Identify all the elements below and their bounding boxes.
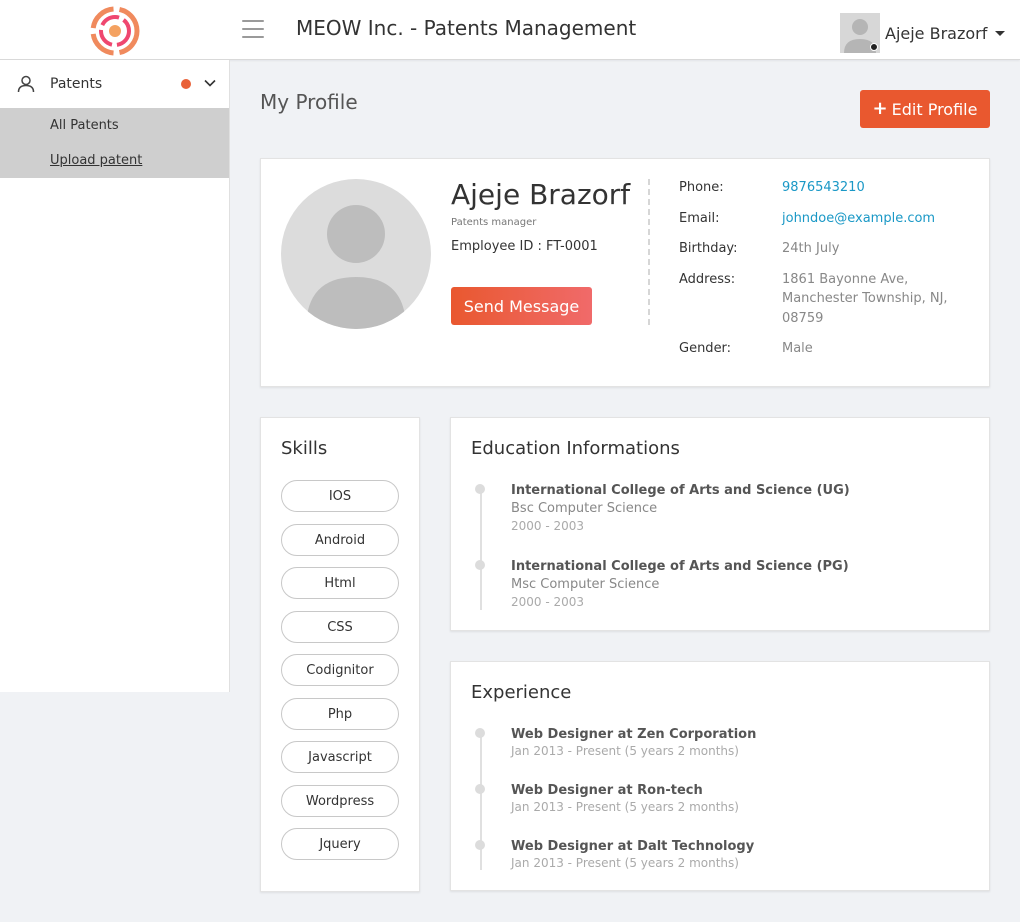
info-row-phone: Phone: 9876543210	[679, 178, 979, 198]
experience-timeline: Web Designer at Zen Corporation Jan 2013…	[471, 726, 971, 876]
list-item: Web Designer at Zen Corporation Jan 2013…	[475, 726, 757, 760]
sidebar-item-label: Patents	[50, 76, 103, 92]
skill-tag: Codignitor	[281, 654, 399, 686]
email-link[interactable]: johndoe@example.com	[782, 209, 972, 229]
info-value: 1861 Bayonne Ave, Manchester Township, N…	[782, 271, 948, 326]
skills-card: Skills IOS Android Html CSS Codignitor P…	[260, 417, 420, 892]
skill-tag: CSS	[281, 611, 399, 643]
personal-info-list: Phone: 9876543210 Email: johndoe@example…	[679, 179, 979, 370]
job-title: Web Designer at Ron-tech	[511, 783, 703, 798]
profile-role: Patents manager	[451, 217, 537, 228]
profile-avatar	[281, 179, 431, 329]
hamburger-bar	[242, 20, 264, 22]
user-silhouette-icon	[306, 205, 406, 329]
card-title: Experience	[471, 682, 572, 703]
sidebar-item-patents[interactable]: Patents	[0, 60, 229, 108]
skill-tag: Php	[281, 698, 399, 730]
sidebar-item-upload-patent[interactable]: Upload patent	[0, 152, 229, 169]
edit-profile-label: Edit Profile	[891, 99, 978, 119]
skill-tag: IOS	[281, 480, 399, 512]
chevron-down-icon[interactable]	[203, 76, 217, 90]
job-title: Web Designer at Zen Corporation	[511, 727, 757, 742]
skill-tag: Html	[281, 567, 399, 599]
page-title: My Profile	[260, 90, 358, 114]
degree: Bsc Computer Science	[511, 501, 658, 516]
info-value: Male	[782, 341, 813, 356]
notification-dot	[181, 79, 191, 89]
plus-icon: +	[872, 98, 888, 119]
skill-tag: Android	[281, 524, 399, 556]
caret-down-icon[interactable]	[995, 30, 1006, 36]
skill-tag: Wordpress	[281, 785, 399, 817]
sidebar-item-all-patents[interactable]: All Patents	[0, 117, 229, 134]
years: 2000 - 2003	[511, 519, 585, 533]
education-card: Education Informations International Col…	[450, 417, 990, 631]
top-header: MEOW Inc. - Patents Management Ajeje Bra…	[0, 0, 1020, 60]
profile-card: Ajeje Brazorf Patents manager Employee I…	[260, 158, 990, 387]
info-row-birthday: Birthday: 24th July	[679, 239, 979, 259]
degree: Msc Computer Science	[511, 577, 660, 592]
sidebar: Patents All Patents Upload patent	[0, 60, 230, 692]
list-item: International College of Arts and Scienc…	[475, 558, 849, 611]
phone-link[interactable]: 9876543210	[782, 178, 972, 198]
info-row-email: Email: johndoe@example.com	[679, 209, 979, 229]
card-title: Skills	[281, 438, 328, 459]
years: 2000 - 2003	[511, 595, 585, 609]
timeline-dot	[475, 728, 485, 738]
info-key: Email:	[679, 210, 720, 226]
divider	[648, 179, 650, 325]
user-name: Ajeje Brazorf	[885, 23, 988, 43]
list-item: Web Designer at Dalt Technology Jan 2013…	[475, 838, 755, 872]
profile-name: Ajeje Brazorf	[451, 178, 631, 211]
info-row-address: Address: 1861 Bayonne Ave, Manchester To…	[679, 270, 979, 329]
send-message-button[interactable]: Send Message	[451, 287, 592, 325]
timeline-line	[480, 486, 482, 610]
job-period: Jan 2013 - Present (5 years 2 months)	[511, 800, 739, 814]
job-title: Web Designer at Dalt Technology	[511, 839, 755, 854]
school-name: International College of Arts and Scienc…	[511, 559, 849, 574]
info-key: Birthday:	[679, 241, 738, 256]
info-key: Gender:	[679, 341, 732, 356]
experience-card: Experience Web Designer at Zen Corporati…	[450, 661, 990, 891]
logo-icon[interactable]	[89, 5, 141, 57]
skill-tag: Javascript	[281, 741, 399, 773]
employee-id: Employee ID : FT-0001	[451, 239, 598, 254]
timeline-dot	[475, 560, 485, 570]
menu-toggle-button[interactable]	[242, 20, 264, 38]
patents-submenu: All Patents Upload patent	[0, 108, 229, 178]
avatar[interactable]	[840, 13, 880, 53]
user-icon	[17, 75, 35, 93]
job-period: Jan 2013 - Present (5 years 2 months)	[511, 856, 739, 870]
school-name: International College of Arts and Scienc…	[511, 483, 850, 498]
timeline-dot	[475, 840, 485, 850]
edit-profile-button[interactable]: + Edit Profile	[860, 90, 990, 128]
user-menu-dropdown[interactable]: Ajeje Brazorf	[840, 13, 1006, 53]
online-status-indicator	[870, 43, 878, 51]
info-key: Phone:	[679, 180, 724, 195]
skill-tag: Jquery	[281, 828, 399, 860]
job-period: Jan 2013 - Present (5 years 2 months)	[511, 744, 739, 758]
info-key: Address:	[679, 271, 736, 287]
hamburger-bar	[242, 28, 264, 30]
info-value: 24th July	[782, 241, 840, 256]
card-title: Education Informations	[471, 438, 680, 459]
hamburger-bar	[242, 36, 264, 38]
list-item: International College of Arts and Scienc…	[475, 482, 850, 535]
app-title: MEOW Inc. - Patents Management	[296, 16, 637, 40]
list-item: Web Designer at Ron-tech Jan 2013 - Pres…	[475, 782, 739, 816]
education-timeline: International College of Arts and Scienc…	[471, 482, 971, 612]
info-row-gender: Gender: Male	[679, 339, 979, 359]
timeline-dot	[475, 484, 485, 494]
timeline-dot	[475, 784, 485, 794]
